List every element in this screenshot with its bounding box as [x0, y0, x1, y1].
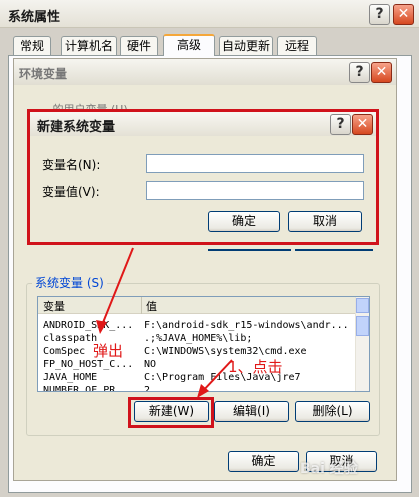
watermark: Bai 经验 — [300, 461, 358, 477]
click-annotation: 1、点击 — [228, 358, 283, 376]
popup-arrow-line — [99, 247, 134, 331]
tab-advanced[interactable]: 高级 — [163, 34, 215, 56]
popup-arrow-head — [96, 320, 107, 334]
annotation-arrows — [96, 247, 233, 398]
popup-annotation: 弹出 — [93, 342, 124, 360]
